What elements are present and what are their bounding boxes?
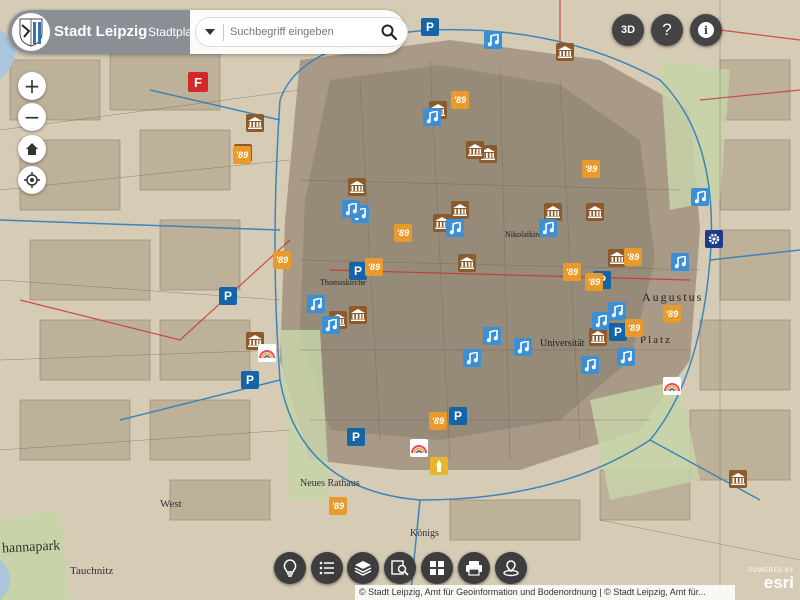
info-button[interactable]: i bbox=[690, 14, 722, 46]
list-icon bbox=[319, 561, 334, 575]
tool-legend-button[interactable] bbox=[311, 552, 343, 584]
search-input[interactable] bbox=[230, 22, 370, 42]
museum-marker-icon[interactable] bbox=[458, 254, 476, 272]
museum-marker-icon[interactable] bbox=[348, 178, 366, 196]
gear-marker-icon[interactable] bbox=[705, 230, 723, 248]
music-marker-icon[interactable] bbox=[671, 253, 689, 271]
revolution-89-marker-icon[interactable]: '89 bbox=[429, 412, 447, 430]
parking-marker-icon[interactable]: P bbox=[219, 287, 237, 305]
map-label-neues-rathaus: Neues Rathaus bbox=[300, 478, 360, 489]
map-label-konigs: Königs bbox=[410, 528, 439, 539]
home-button[interactable] bbox=[18, 135, 46, 163]
app-subtitle: Stadtplan bbox=[148, 25, 199, 39]
fire-station-marker-icon[interactable]: F bbox=[188, 72, 208, 92]
map-label-universitat: Universität bbox=[540, 338, 585, 349]
parking-marker-icon[interactable]: P bbox=[347, 428, 365, 446]
revolution-89-marker-icon[interactable]: '89 bbox=[663, 305, 681, 323]
search-source-dropdown[interactable] bbox=[200, 22, 220, 42]
music-marker-icon[interactable] bbox=[592, 312, 610, 330]
coat-of-arms-icon bbox=[19, 18, 43, 47]
revolution-89-marker-icon[interactable]: '89 bbox=[273, 251, 291, 269]
map-search-icon bbox=[391, 560, 409, 576]
zoom-in-button[interactable]: + bbox=[18, 72, 46, 100]
rainbow-marker-icon[interactable] bbox=[258, 344, 276, 362]
map-pin-icon bbox=[503, 560, 519, 577]
caret-down-icon bbox=[205, 29, 215, 35]
revolution-89-marker-icon[interactable]: '89 bbox=[624, 248, 642, 266]
museum-marker-icon[interactable] bbox=[246, 114, 264, 132]
revolution-89-marker-icon[interactable]: '89 bbox=[582, 160, 600, 178]
museum-marker-icon[interactable] bbox=[586, 203, 604, 221]
map-attribution: © Stadt Leipzig, Amt für Geoinformation … bbox=[355, 585, 735, 600]
museum-marker-icon[interactable] bbox=[589, 328, 607, 346]
revolution-89-marker-icon[interactable]: '89 bbox=[233, 146, 251, 164]
rainbow-marker-icon[interactable] bbox=[410, 439, 428, 457]
music-marker-icon[interactable] bbox=[514, 338, 532, 356]
search-button[interactable] bbox=[379, 22, 399, 42]
esri-logo[interactable]: POWERED BY esri bbox=[744, 568, 794, 598]
music-marker-icon[interactable] bbox=[581, 356, 599, 374]
app-header: Stadt Leipzig Stadtplan bbox=[8, 10, 408, 54]
esri-mark: esri bbox=[763, 573, 794, 592]
tool-location-button[interactable] bbox=[495, 552, 527, 584]
tool-print-button[interactable] bbox=[458, 552, 490, 584]
revolution-89-marker-icon[interactable]: '89 bbox=[329, 497, 347, 515]
zoom-out-button[interactable]: − bbox=[18, 103, 46, 131]
search-icon bbox=[381, 24, 397, 40]
music-marker-icon[interactable] bbox=[307, 295, 325, 313]
tool-layers-button[interactable] bbox=[347, 552, 379, 584]
locate-button[interactable] bbox=[18, 166, 46, 194]
music-marker-icon[interactable] bbox=[342, 200, 360, 218]
map-label-tauchnitz: Tauchnitz bbox=[70, 565, 114, 577]
revolution-89-marker-icon[interactable]: '89 bbox=[585, 273, 603, 291]
brand-area: Stadt Leipzig Stadtplan bbox=[8, 10, 199, 54]
music-marker-icon[interactable] bbox=[423, 108, 441, 126]
info-icon: i bbox=[698, 22, 714, 38]
music-marker-icon[interactable] bbox=[617, 348, 635, 366]
revolution-89-marker-icon[interactable]: '89 bbox=[625, 319, 643, 337]
music-marker-icon[interactable] bbox=[691, 188, 709, 206]
print-icon bbox=[466, 561, 482, 576]
music-marker-icon[interactable] bbox=[463, 349, 481, 367]
map-label-west: West bbox=[160, 498, 182, 510]
revolution-89-marker-icon[interactable]: '89 bbox=[563, 263, 581, 281]
3d-button[interactable]: 3D bbox=[612, 14, 644, 46]
grid-icon bbox=[430, 561, 444, 575]
revolution-89-marker-icon[interactable]: '89 bbox=[365, 258, 383, 276]
music-marker-icon[interactable] bbox=[483, 327, 501, 345]
parking-marker-icon[interactable]: P bbox=[241, 371, 259, 389]
tool-tips-button[interactable] bbox=[274, 552, 306, 584]
map-canvas[interactable]: hannapark Neues Rathaus Universität Augu… bbox=[0, 0, 800, 600]
locate-icon bbox=[24, 172, 40, 188]
map-label-augustus: Augustus bbox=[642, 290, 704, 304]
music-marker-icon[interactable] bbox=[539, 219, 557, 237]
music-marker-icon[interactable] bbox=[484, 31, 502, 49]
monument-marker-icon[interactable] bbox=[430, 457, 448, 475]
music-marker-icon[interactable] bbox=[446, 219, 464, 237]
museum-marker-icon[interactable] bbox=[466, 141, 484, 159]
search-box bbox=[195, 17, 408, 47]
home-icon bbox=[26, 143, 38, 155]
layers-icon bbox=[354, 561, 372, 576]
search-divider bbox=[223, 24, 224, 41]
parking-marker-icon[interactable]: P bbox=[449, 407, 467, 425]
parking-marker-icon[interactable]: P bbox=[421, 18, 439, 36]
museum-marker-icon[interactable] bbox=[349, 306, 367, 324]
tool-basemap-button[interactable] bbox=[421, 552, 453, 584]
revolution-89-marker-icon[interactable]: '89 bbox=[451, 91, 469, 109]
museum-marker-icon[interactable] bbox=[556, 43, 574, 61]
museum-marker-icon[interactable] bbox=[451, 201, 469, 219]
tool-query-button[interactable] bbox=[384, 552, 416, 584]
lightbulb-icon bbox=[283, 559, 297, 577]
help-button[interactable]: ? bbox=[651, 14, 683, 46]
map-label-platz: Platz bbox=[640, 334, 672, 346]
revolution-89-marker-icon[interactable]: '89 bbox=[394, 224, 412, 242]
museum-marker-icon[interactable] bbox=[729, 470, 747, 488]
music-marker-icon[interactable] bbox=[608, 302, 626, 320]
map-label-johannapark: hannapark bbox=[1, 538, 61, 557]
rainbow-marker-icon[interactable] bbox=[663, 377, 681, 395]
leipzig-logo[interactable] bbox=[12, 13, 50, 51]
city-name: Stadt Leipzig bbox=[54, 23, 148, 40]
music-marker-icon[interactable] bbox=[322, 316, 340, 334]
